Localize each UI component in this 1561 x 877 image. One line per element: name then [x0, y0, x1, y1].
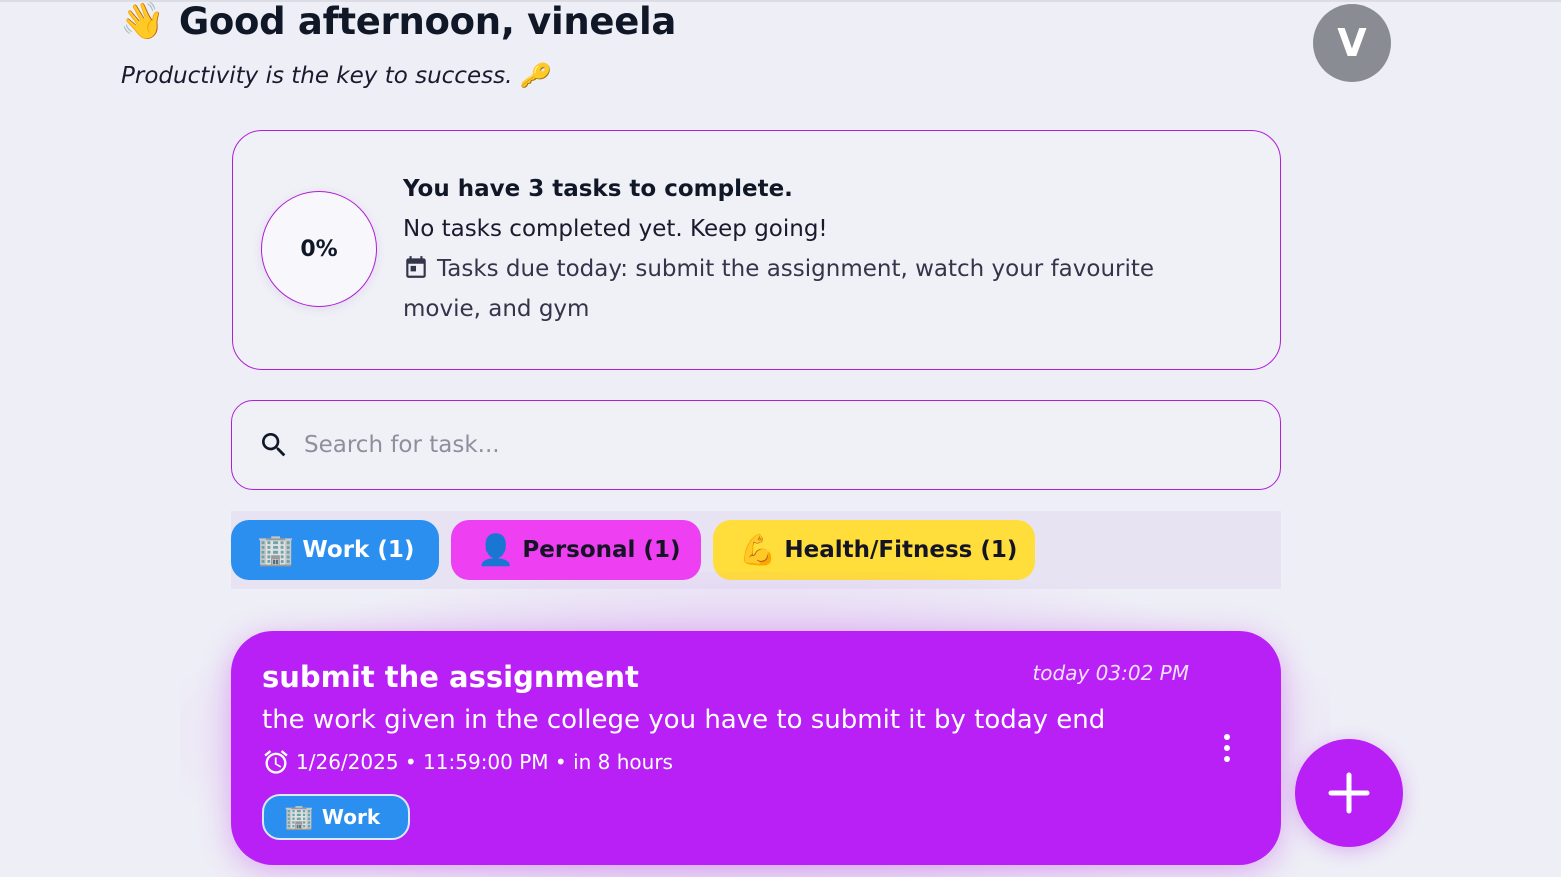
task-card[interactable]: submit the assignment today 03:02 PM the…: [231, 631, 1281, 865]
key-emoji-icon: 🔑: [520, 63, 550, 89]
task-title: submit the assignment: [262, 660, 639, 694]
category-chip-label: Work (1): [302, 537, 415, 563]
app-page: 👋 Good afternoon, vineela Productivity i…: [0, 0, 1561, 877]
category-chip-label: Personal (1): [522, 537, 681, 563]
user-avatar[interactable]: V: [1313, 4, 1391, 82]
summary-status: No tasks completed yet. Keep going!: [403, 216, 828, 242]
progress-percent: 0%: [300, 236, 338, 262]
search-input[interactable]: [302, 414, 1280, 476]
task-deadline-text: 1/26/2025 • 11:59:00 PM • in 8 hours: [296, 750, 673, 774]
wave-emoji-icon: 👋: [120, 1, 165, 42]
category-chip-work[interactable]: 🏢 Work (1): [231, 520, 439, 580]
tagline: Productivity is the key to success. 🔑: [121, 60, 549, 92]
summary-due-today: Tasks due today: submit the assignment, …: [403, 249, 1223, 329]
greeting-row: 👋 Good afternoon, vineela: [120, 0, 676, 44]
category-chip-health-fitness[interactable]: 💪 Health/Fitness (1): [713, 520, 1035, 580]
category-chip-label: Health/Fitness (1): [784, 537, 1018, 563]
office-building-icon: 🏢: [257, 532, 295, 568]
avatar-initial: V: [1337, 21, 1367, 65]
tagline-text: Productivity is the key to success.: [121, 63, 513, 89]
task-deadline: 1/26/2025 • 11:59:00 PM • in 8 hours: [262, 747, 673, 777]
task-category-tag[interactable]: 🏢 Work: [262, 794, 410, 840]
add-task-button[interactable]: [1295, 739, 1403, 847]
task-created-date: today 03:02 PM: [1032, 661, 1189, 685]
task-description: the work given in the college you have t…: [262, 705, 1106, 735]
plus-icon: [1328, 772, 1370, 814]
summary-text: You have 3 tasks to complete. No tasks c…: [403, 169, 1223, 329]
task-summary-card: 0% You have 3 tasks to complete. No task…: [232, 130, 1281, 370]
person-icon: 👤: [477, 532, 515, 568]
alarm-clock-icon: [264, 750, 288, 774]
flexed-biceps-icon: 💪: [739, 532, 777, 568]
task-category-label: Work: [321, 805, 381, 829]
due-today-text: Tasks due today: submit the assignment, …: [403, 256, 1155, 322]
greeting-title: Good afternoon, vineela: [178, 0, 677, 43]
summary-title: You have 3 tasks to complete.: [403, 176, 793, 202]
office-building-icon: 🏢: [284, 803, 314, 831]
category-chip-personal[interactable]: 👤 Personal (1): [451, 520, 701, 580]
more-options-icon[interactable]: [1219, 733, 1235, 763]
search-icon: [262, 433, 286, 457]
progress-circle: 0%: [261, 191, 377, 307]
search-box[interactable]: [231, 400, 1281, 490]
calendar-icon: [406, 256, 426, 278]
